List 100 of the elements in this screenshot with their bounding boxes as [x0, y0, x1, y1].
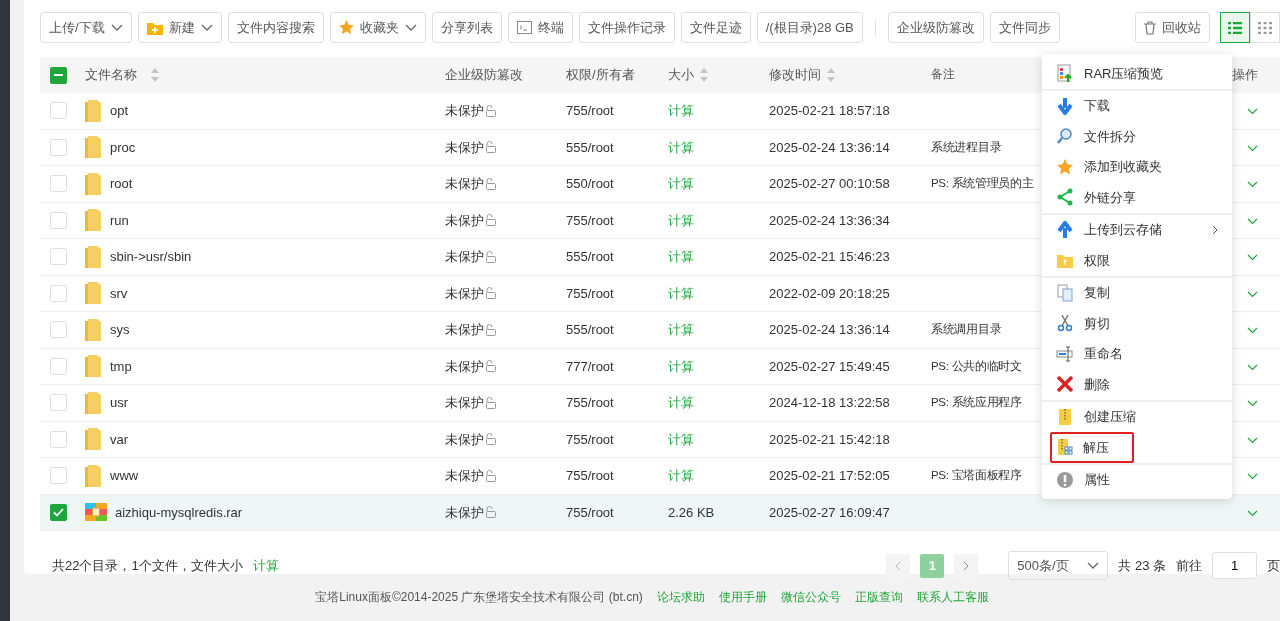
menu-item[interactable]: 属性: [1044, 464, 1230, 495]
goto-label: 前往: [1176, 556, 1202, 575]
file-name[interactable]: proc: [110, 137, 136, 157]
menu-item[interactable]: 剪切: [1044, 308, 1230, 339]
table-cell: 2025-02-27 16:09:47: [769, 504, 890, 520]
menu-item[interactable]: RAR压缩预览: [1044, 58, 1230, 89]
file-name[interactable]: root: [110, 174, 133, 194]
table-cell: 755/root: [566, 285, 614, 301]
checkbox[interactable]: [50, 66, 67, 84]
table-cell: 2025-02-27 00:10:58: [769, 176, 890, 191]
file-name[interactable]: www: [110, 466, 139, 486]
toolbar-button[interactable]: 新建: [137, 12, 222, 43]
menu-item[interactable]: 下载: [1044, 90, 1230, 121]
protection-status: 未保护: [445, 503, 484, 522]
chevron-down-icon: [1247, 217, 1258, 225]
toolbar-button[interactable]: 分享列表: [431, 12, 502, 43]
column-header: 大小: [668, 66, 694, 85]
upload-icon: [1056, 220, 1074, 239]
toolbar-button[interactable]: 文件内容搜索: [227, 12, 324, 43]
toolbar-button[interactable]: 企业级防篡改: [887, 12, 984, 43]
toolbar-button[interactable]: 文件足迹: [680, 12, 751, 43]
minus-icon: [54, 74, 63, 76]
menu-item[interactable]: 外链分享: [1044, 182, 1230, 213]
menu-item[interactable]: 解压: [1050, 432, 1134, 463]
folder-icon: [85, 355, 102, 378]
file-name[interactable]: run: [110, 210, 129, 230]
grid-view-button[interactable]: [1250, 12, 1280, 43]
chevron-down-icon: [1247, 509, 1258, 517]
file-name[interactable]: aizhiqu-mysqlredis.rar: [115, 502, 243, 522]
protection-status: 未保护: [445, 284, 484, 303]
page-input[interactable]: 1: [1212, 552, 1257, 579]
menu-item[interactable]: 权限: [1044, 245, 1230, 276]
list-view-button[interactable]: [1220, 12, 1250, 43]
folder-icon: [85, 172, 102, 195]
folder-icon: [85, 318, 102, 341]
toolbar-button[interactable]: 文件同步: [989, 12, 1060, 43]
table-cell: PS: 公共的临时文: [931, 359, 1022, 372]
check-icon: [53, 507, 64, 517]
table-cell: 2025-02-24 13:36:14: [769, 139, 890, 155]
zipper-icon: [1056, 407, 1074, 426]
menu-item[interactable]: 上传到云存储: [1044, 214, 1230, 245]
unlock-icon: [484, 396, 496, 409]
folder-icon: [85, 464, 102, 487]
folder-icon: [85, 99, 102, 122]
star-icon: [338, 20, 354, 35]
toolbar-button[interactable]: 收藏夹: [329, 12, 426, 43]
file-name[interactable]: var: [110, 429, 129, 449]
unlock-icon: [484, 433, 496, 446]
page-size-select[interactable]: 500条/页: [1008, 551, 1109, 580]
menu-item[interactable]: 文件拆分: [1044, 121, 1230, 152]
table-cell: PS: 系统管理员的主: [931, 177, 1034, 190]
folder-icon: [85, 245, 102, 268]
folder-icon: [85, 282, 102, 305]
table-cell: 555/root: [566, 322, 614, 337]
folder-icon: [85, 209, 102, 232]
download-icon: [1056, 96, 1074, 115]
unlock-icon: [484, 506, 496, 519]
toolbar-button[interactable]: 文件操作记录: [578, 12, 675, 43]
menu-item[interactable]: 添加到收藏夹: [1044, 151, 1230, 182]
file-name[interactable]: sys: [110, 320, 130, 340]
file-name[interactable]: sbin->usr/sbin: [110, 247, 192, 267]
protection-status: 未保护: [445, 357, 484, 376]
file-name[interactable]: tmp: [110, 356, 132, 376]
protection-status: 未保护: [445, 138, 484, 157]
table-cell: 2025-02-21 18:57:18: [769, 103, 890, 118]
menu-item[interactable]: 复制: [1044, 277, 1230, 308]
table-cell: PS: 宝塔面板程序: [931, 469, 1022, 482]
protection-status: 未保护: [445, 467, 484, 485]
file-name[interactable]: srv: [110, 283, 128, 303]
toolbar-button[interactable]: 上传/下载: [40, 12, 132, 43]
toolbar-button[interactable]: 终端: [507, 12, 573, 43]
table-cell: 755/root: [566, 504, 614, 520]
info-icon: [1056, 470, 1074, 489]
table-cell: 2025-02-21 15:46:23: [769, 249, 890, 264]
archive-icon: [85, 503, 107, 522]
table-cell: 2025-02-21 15:42:18: [769, 431, 890, 447]
zipper-icon: [1055, 438, 1073, 457]
menu-item[interactable]: 删除: [1044, 369, 1230, 400]
file-name[interactable]: usr: [110, 393, 129, 413]
recycle-bin-button[interactable]: 回收站: [1135, 12, 1210, 43]
toolbar-button[interactable]: /(根目录)28 GB: [756, 12, 863, 43]
protection-status: 未保护: [445, 211, 484, 230]
share-icon: [1056, 188, 1074, 207]
checkbox[interactable]: [50, 503, 67, 521]
menu-item[interactable]: 重命名: [1044, 338, 1230, 369]
table-cell: 755/root: [566, 431, 614, 447]
column-header: 权限/所有者: [566, 66, 635, 85]
chevron-left-icon: [895, 560, 902, 571]
file-name[interactable]: opt: [110, 101, 129, 121]
menu-item[interactable]: 创建压缩: [1044, 401, 1230, 432]
table-cell: 555/root: [566, 249, 614, 264]
chevron-down-icon: [1247, 400, 1258, 408]
star-icon: [1056, 157, 1074, 176]
chevron-down-icon: [1247, 436, 1258, 444]
unlock-icon: [484, 104, 496, 117]
scissors-icon: [1056, 314, 1074, 333]
magnifier-icon: [1056, 127, 1074, 146]
caret-icon: [1087, 561, 1100, 570]
folder-icon: [85, 428, 102, 451]
trash-icon: [1144, 20, 1156, 35]
